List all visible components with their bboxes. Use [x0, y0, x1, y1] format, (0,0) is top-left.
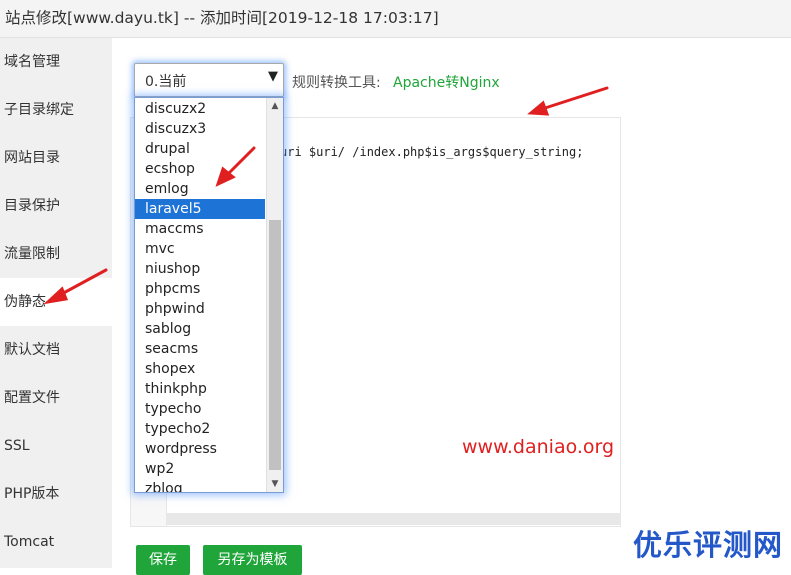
select-value: 0.当前 — [145, 74, 187, 90]
dropdown-option[interactable]: mvc — [135, 239, 265, 259]
dropdown-scrollbar[interactable]: ▲ ▼ — [266, 98, 283, 492]
save-button[interactable]: 保存 — [136, 545, 190, 575]
rule-convert-label: 规则转换工具: — [292, 75, 381, 91]
apache-to-nginx-link[interactable]: Apache转Nginx — [393, 72, 500, 92]
rewrite-template-select[interactable]: 0.当前 ▼ — [134, 63, 284, 97]
sidebar-item-domain[interactable]: 域名管理 — [0, 38, 112, 86]
rewrite-template-dropdown[interactable]: discuzx2 discuzx3 drupal ecshop emlog la… — [134, 97, 284, 493]
dropdown-option[interactable]: shopex — [135, 359, 265, 379]
window-title: 站点修改[www.dayu.tk] -- 添加时间[2019-12-18 17:… — [5, 9, 439, 27]
dropdown-option[interactable]: zblog — [135, 479, 265, 492]
sidebar-item-rewrite[interactable]: 伪静态 — [0, 278, 112, 326]
dropdown-option[interactable]: maccms — [135, 219, 265, 239]
sidebar-item-tomcat[interactable]: Tomcat — [0, 518, 112, 566]
dropdown-option-selected[interactable]: laravel5 — [135, 199, 265, 219]
sidebar: 域名管理 子目录绑定 网站目录 目录保护 流量限制 伪静态 默认文档 配置文件 … — [0, 38, 112, 568]
dropdown-option[interactable]: seacms — [135, 339, 265, 359]
dropdown-option[interactable]: niushop — [135, 259, 265, 279]
sidebar-item-site-directory[interactable]: 网站目录 — [0, 134, 112, 182]
dropdown-option[interactable]: discuzx3 — [135, 119, 265, 139]
sidebar-item-php-version[interactable]: PHP版本 — [0, 470, 112, 518]
save-as-template-button[interactable]: 另存为模板 — [203, 545, 302, 575]
dropdown-option[interactable]: ecshop — [135, 159, 265, 179]
sidebar-item-dir-protection[interactable]: 目录保护 — [0, 182, 112, 230]
dropdown-option[interactable]: wp2 — [135, 459, 265, 479]
sidebar-item-subdir-binding[interactable]: 子目录绑定 — [0, 86, 112, 134]
dropdown-option[interactable]: phpwind — [135, 299, 265, 319]
editor-code-line: uri $uri/ /index.php$is_args$query_strin… — [280, 145, 584, 159]
dropdown-option[interactable]: sablog — [135, 319, 265, 339]
watermark-brand: 优乐评测网 — [633, 528, 784, 562]
sidebar-item-default-doc[interactable]: 默认文档 — [0, 326, 112, 374]
triangle-down-icon: ▼ — [268, 69, 278, 84]
dropdown-option[interactable]: drupal — [135, 139, 265, 159]
dropdown-option[interactable]: emlog — [135, 179, 265, 199]
triangle-up-icon[interactable]: ▲ — [267, 98, 283, 114]
window-titlebar: 站点修改[www.dayu.tk] -- 添加时间[2019-12-18 17:… — [0, 0, 791, 38]
dropdown-option[interactable]: thinkphp — [135, 379, 265, 399]
dropdown-option[interactable]: typecho2 — [135, 419, 265, 439]
dropdown-option[interactable]: typecho — [135, 399, 265, 419]
scrollbar-thumb[interactable] — [269, 220, 281, 470]
triangle-down-icon[interactable]: ▼ — [267, 476, 283, 492]
sidebar-item-traffic-limit[interactable]: 流量限制 — [0, 230, 112, 278]
dropdown-option[interactable]: discuzx2 — [135, 99, 265, 119]
editor-horizontal-scrollbar[interactable] — [166, 513, 621, 525]
dropdown-option[interactable]: wordpress — [135, 439, 265, 459]
watermark-url: www.daniao.org — [462, 436, 615, 458]
dropdown-option[interactable]: phpcms — [135, 279, 265, 299]
sidebar-item-config-file[interactable]: 配置文件 — [0, 374, 112, 422]
sidebar-item-ssl[interactable]: SSL — [0, 422, 112, 470]
